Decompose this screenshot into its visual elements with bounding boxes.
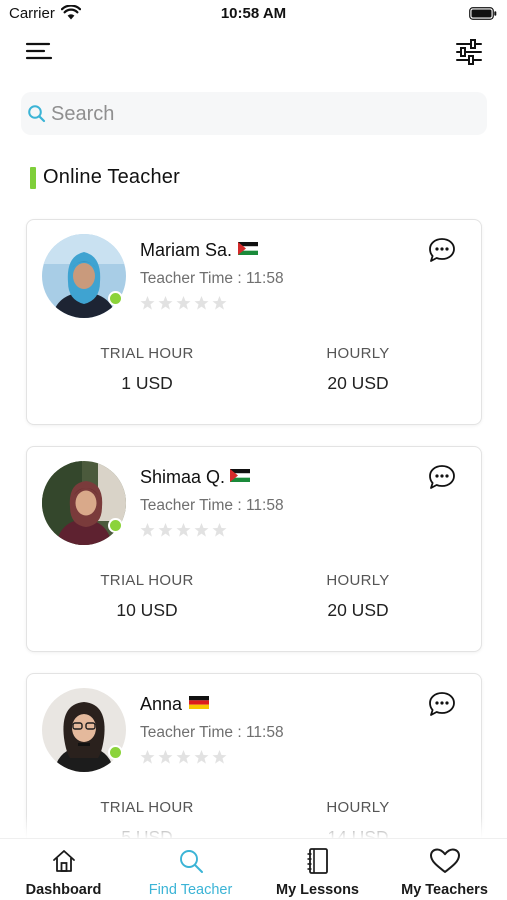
palestine-flag-icon bbox=[238, 242, 258, 255]
star-icon bbox=[194, 523, 209, 537]
search-input[interactable] bbox=[51, 100, 471, 128]
menu-icon[interactable] bbox=[24, 38, 54, 66]
star-icon bbox=[212, 296, 227, 310]
teacher-card[interactable]: Mariam Sa. Teacher Time : 11:58 TRIAL HO… bbox=[26, 219, 482, 425]
tab-find-teacher[interactable]: Find Teacher bbox=[127, 839, 254, 900]
search-icon bbox=[179, 850, 203, 873]
notebook-icon bbox=[307, 848, 328, 874]
teacher-name: Mariam Sa. bbox=[140, 240, 233, 260]
star-icon bbox=[212, 750, 227, 764]
tab-dashboard-label: Dashboard bbox=[25, 882, 102, 898]
filter-sliders-icon[interactable] bbox=[455, 38, 483, 66]
chat-bubble-icon[interactable] bbox=[428, 691, 456, 717]
battery-icon bbox=[469, 7, 497, 20]
tab-my-lessons[interactable]: My Lessons bbox=[254, 839, 381, 900]
star-icon bbox=[158, 296, 173, 310]
star-icon bbox=[194, 296, 209, 310]
palestine-flag-icon bbox=[230, 469, 250, 482]
status-time: 10:58 AM bbox=[220, 5, 287, 22]
hourly-label: HOURLY bbox=[326, 572, 390, 589]
star-icon bbox=[176, 750, 191, 764]
find-teacher-screen: Carrier 10:58 AM Onlin bbox=[0, 0, 507, 900]
hourly-price: 20 USD bbox=[327, 600, 389, 620]
teacher-time: Teacher Time : 11:58 bbox=[140, 497, 284, 514]
star-icon bbox=[140, 750, 155, 764]
star-rating bbox=[139, 522, 228, 538]
chat-bubble-icon[interactable] bbox=[428, 237, 456, 263]
star-icon bbox=[158, 523, 173, 537]
trial-hour-label: TRIAL HOUR bbox=[100, 572, 194, 589]
section-accent-bar bbox=[30, 167, 36, 189]
online-status-dot bbox=[108, 518, 123, 533]
star-icon bbox=[194, 750, 209, 764]
home-icon bbox=[52, 850, 75, 872]
star-icon bbox=[140, 296, 155, 310]
tab-my-teachers-label: My Teachers bbox=[401, 882, 488, 898]
trial-hour-label: TRIAL HOUR bbox=[100, 799, 194, 816]
star-rating bbox=[139, 749, 228, 765]
heart-icon bbox=[429, 848, 460, 873]
tab-find-teacher-label: Find Teacher bbox=[148, 882, 233, 898]
teacher-time: Teacher Time : 11:58 bbox=[140, 724, 284, 741]
chat-bubble-icon[interactable] bbox=[428, 464, 456, 490]
tab-my-teachers[interactable]: My Teachers bbox=[381, 839, 507, 900]
teacher-name: Anna bbox=[140, 694, 183, 714]
trial-hour-price: 1 USD bbox=[121, 373, 173, 393]
star-icon bbox=[140, 523, 155, 537]
hourly-label: HOURLY bbox=[326, 799, 390, 816]
star-icon bbox=[176, 523, 191, 537]
section-title: Online Teacher bbox=[43, 166, 180, 188]
teacher-card[interactable]: Shimaa Q. Teacher Time : 11:58 TRIAL HOU… bbox=[26, 446, 482, 652]
star-icon bbox=[176, 296, 191, 310]
online-status-dot bbox=[108, 745, 123, 760]
teacher-time: Teacher Time : 11:58 bbox=[140, 270, 284, 287]
search-icon bbox=[28, 105, 46, 123]
star-icon bbox=[212, 523, 227, 537]
star-icon bbox=[158, 750, 173, 764]
trial-hour-label: TRIAL HOUR bbox=[100, 345, 194, 362]
teacher-name: Shimaa Q. bbox=[140, 467, 226, 487]
online-status-dot bbox=[108, 291, 123, 306]
star-rating bbox=[139, 295, 228, 311]
status-bar: Carrier 10:58 AM bbox=[0, 0, 507, 30]
tab-my-lessons-label: My Lessons bbox=[276, 882, 359, 898]
hourly-price: 20 USD bbox=[327, 373, 389, 393]
germany-flag-icon bbox=[189, 696, 209, 709]
bottom-tab-bar: Dashboard Find Teacher My Lessons My Tea… bbox=[0, 838, 507, 900]
tab-dashboard[interactable]: Dashboard bbox=[0, 839, 127, 900]
hourly-label: HOURLY bbox=[326, 345, 390, 362]
trial-hour-price: 10 USD bbox=[116, 600, 178, 620]
search-bar[interactable] bbox=[21, 92, 487, 135]
